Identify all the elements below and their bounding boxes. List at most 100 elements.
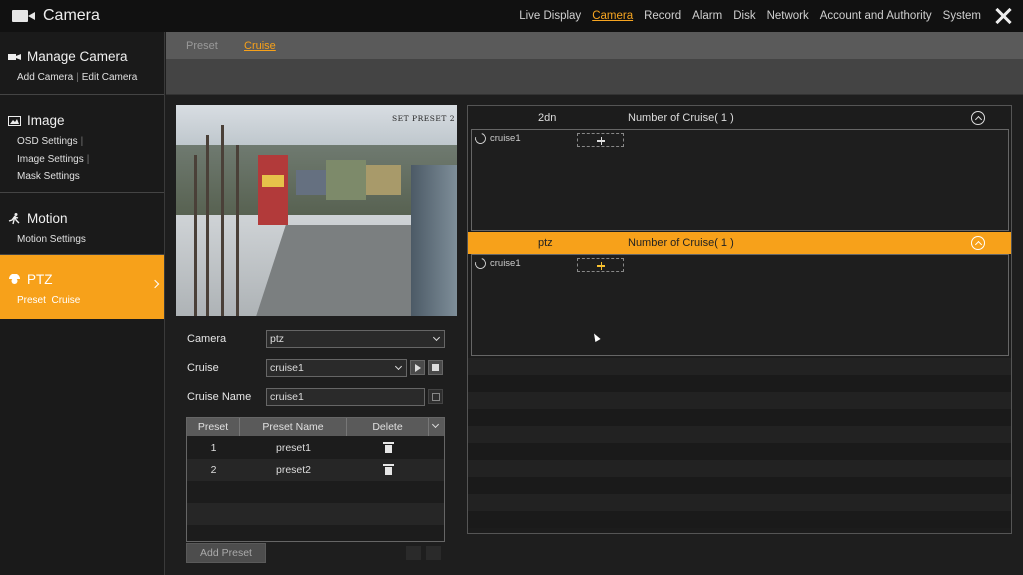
sidebar-item-motion[interactable]: Motion (8, 193, 164, 226)
close-icon[interactable] (995, 8, 1011, 24)
sub-tabs: Preset Cruise (166, 32, 1023, 59)
prev-page-button[interactable] (406, 546, 421, 560)
refresh-icon (472, 255, 489, 272)
cruise-group-body: cruise1 (471, 254, 1009, 356)
add-preset-button[interactable]: Add Preset (186, 543, 266, 563)
nav-network[interactable]: Network (767, 10, 809, 22)
table-row[interactable]: 2 preset2 (187, 459, 444, 481)
cruise-group-name: ptz (538, 237, 553, 249)
cruise-group-header-ptz[interactable]: ptz Number of Cruise( 1 ) (468, 232, 1011, 254)
motion-icon (8, 212, 20, 224)
table-row[interactable]: 1 preset1 (187, 437, 444, 459)
osd-text: SET PRESET 2 (392, 114, 455, 123)
cruise-group-body: cruise1 (471, 129, 1009, 231)
trash-icon[interactable] (382, 464, 394, 475)
tab-preset[interactable]: Preset (186, 40, 218, 52)
cruise-select[interactable]: cruise1 (266, 359, 407, 377)
camera-label: Camera (187, 333, 227, 345)
preset-number: 2 (210, 464, 217, 476)
chevron-down-icon (431, 420, 440, 429)
sidebar-subitems: Add Camera | Edit Camera (8, 69, 164, 87)
nav-alarm[interactable]: Alarm (692, 10, 722, 22)
cruise-group-name: 2dn (538, 112, 557, 124)
stop-icon (432, 364, 439, 371)
sidebar-subitem-mask-settings[interactable]: Mask Settings (17, 171, 80, 182)
sidebar-subitems: Motion Settings (8, 231, 164, 249)
sidebar-subitem-motion-settings[interactable]: Motion Settings (17, 234, 86, 245)
sidebar-subitems: OSD Settings | Image Settings | Mask Setti… (8, 133, 164, 186)
cruise-select-value: cruise1 (270, 362, 304, 374)
cruise-group-header-2dn[interactable]: 2dn Number of Cruise( 1 ) (468, 107, 1011, 129)
sidebar-item-ptz[interactable]: PTZ (8, 255, 164, 287)
preset-table: Preset Preset Name Delete 1 preset1 2 pr… (186, 417, 445, 542)
image-icon (8, 115, 21, 126)
preset-name: preset1 (275, 442, 312, 454)
sidebar-subitem-preset[interactable]: Preset (17, 295, 46, 306)
top-bar: Camera Live Display Camera Record Alarm … (0, 0, 1023, 32)
sidebar-group-manage-camera: Manage Camera Add Camera | Edit Camera (0, 32, 164, 95)
app-title-text: Camera (43, 7, 100, 24)
cruise-item-label: cruise1 (490, 133, 521, 144)
refresh-icon (472, 130, 489, 147)
chevron-down-icon (394, 362, 403, 371)
sidebar-group-label: Manage Camera (27, 49, 128, 64)
next-page-button[interactable] (426, 546, 441, 560)
camera-select[interactable]: ptz (266, 330, 445, 348)
table-row-empty (187, 481, 444, 503)
cruise-label: Cruise (187, 362, 219, 374)
cruise-group-count: Number of Cruise( 1 ) (628, 237, 734, 249)
play-icon (415, 364, 421, 372)
separator: | (86, 153, 90, 165)
column-menu-button[interactable] (429, 418, 444, 436)
nav-system[interactable]: System (943, 10, 981, 22)
add-cruise-button[interactable] (577, 133, 624, 147)
column-header-delete: Delete (347, 418, 429, 436)
collapse-icon[interactable] (971, 111, 985, 125)
table-row-empty (187, 503, 444, 525)
sidebar-subitem-cruise[interactable]: Cruise (51, 295, 80, 306)
nav-disk[interactable]: Disk (733, 10, 755, 22)
sidebar-subitem-osd-settings[interactable]: OSD Settings (17, 136, 78, 147)
trash-icon[interactable] (382, 442, 394, 453)
cruise-item[interactable]: cruise1 (472, 255, 521, 272)
sidebar-group-image: Image OSD Settings | Image Settings | Mask… (0, 95, 164, 193)
column-header-preset: Preset (187, 418, 240, 436)
separator: | (80, 136, 84, 147)
sidebar-group-ptz: PTZ Preset Cruise (0, 255, 164, 319)
separator: | (76, 72, 79, 83)
stop-cruise-button[interactable] (428, 360, 443, 375)
sidebar-group-motion: Motion Motion Settings (0, 193, 164, 255)
sidebar-item-manage-camera[interactable]: Manage Camera (8, 32, 164, 64)
preset-table-header: Preset Preset Name Delete (187, 418, 444, 436)
nav-account-authority[interactable]: Account and Authority (820, 10, 932, 22)
app-title: Camera (12, 5, 100, 27)
camera-icon (8, 53, 21, 60)
cruise-list-panel: 2dn Number of Cruise( 1 ) cruise1 ptz Nu… (467, 105, 1012, 534)
nav-live-display[interactable]: Live Display (519, 10, 581, 22)
save-cruise-name-button[interactable] (428, 389, 443, 404)
toolbar-band (166, 59, 1023, 95)
sidebar-item-image[interactable]: Image (8, 95, 164, 128)
sidebar-group-label: Motion (27, 211, 68, 226)
delete-cell (347, 459, 429, 481)
play-cruise-button[interactable] (410, 360, 425, 375)
delete-cell (347, 437, 429, 459)
collapse-icon[interactable] (971, 236, 985, 250)
cruise-group-count: Number of Cruise( 1 ) (628, 112, 734, 124)
sidebar-subitem-edit-camera[interactable]: Edit Camera (82, 72, 138, 83)
nav-camera[interactable]: Camera (592, 10, 633, 22)
cruise-item[interactable]: cruise1 (472, 130, 521, 147)
add-cruise-button[interactable] (577, 258, 624, 272)
column-header-preset-name: Preset Name (240, 418, 347, 436)
nav-record[interactable]: Record (644, 10, 681, 22)
tab-cruise[interactable]: Cruise (244, 40, 276, 52)
cruise-item-label: cruise1 (490, 258, 521, 269)
preset-name: preset2 (275, 464, 312, 476)
top-nav: Live Display Camera Record Alarm Disk Ne… (508, 0, 981, 32)
cruise-name-label: Cruise Name (187, 391, 252, 403)
sidebar-subitems: Preset Cruise (8, 292, 164, 310)
sidebar-subitem-image-settings[interactable]: Image Settings (17, 154, 84, 165)
cruise-name-input[interactable]: cruise1 (266, 388, 425, 406)
sidebar-subitem-add-camera[interactable]: Add Camera (17, 72, 73, 83)
camera-icon (12, 8, 36, 24)
